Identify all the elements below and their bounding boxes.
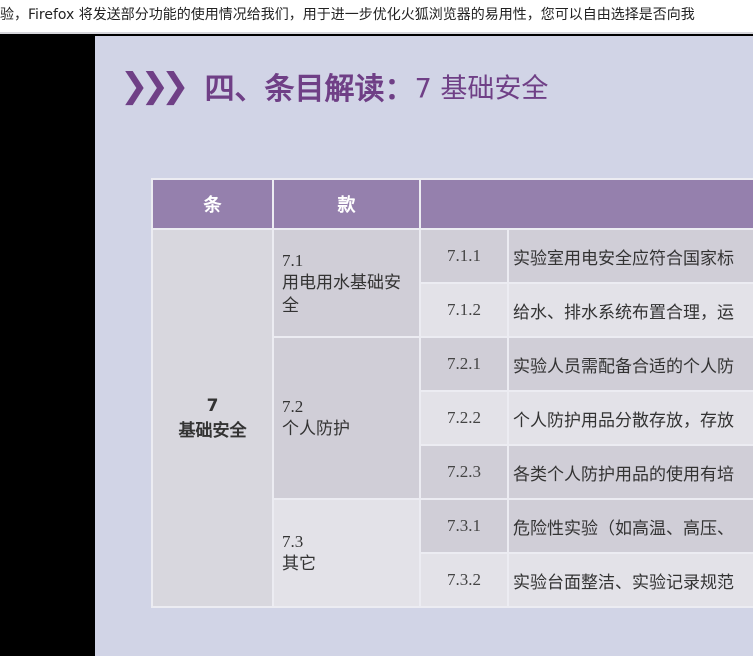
item-text: 实验台面整洁、实验记录规范 [507,552,753,608]
item-num: 7.2.1 [419,336,509,392]
clause-num: 7.3 [282,532,304,551]
article-name: 基础安全 [178,420,247,441]
clause-name: 其它 [282,554,316,574]
title-main: 四、条目解读： [204,72,415,107]
header-content [419,178,753,230]
header-clause: 款 [272,178,421,230]
item-text: 个人防护用品分散存放，存放 [507,390,753,446]
clause-cell: 7.1 用电用水基础安全 [272,228,421,338]
item-num: 7.3.1 [419,498,509,554]
triple-chevron-right-icon: ❯❯❯ [120,66,190,106]
clause-num: 7.2 [282,397,304,416]
table-header: 条 款 [151,178,753,230]
slide-title: ❯❯❯ 四、条目解读：7 基础安全 [120,64,548,108]
title-sub: 7 基础安全 [414,73,549,105]
item-num: 7.2.2 [419,390,509,446]
firefox-telemetry-notice: 验，Firefox 将发送部分功能的使用情况给我们，用于进一步优化火狐浏览器的易… [0,0,753,34]
item-text: 各类个人防护用品的使用有培 [507,444,753,500]
item-num: 7.3.2 [419,552,509,608]
clause-table: 条 款 7 基础安全 7.1 用电用水基础安全 7.1.1 实验室用电安全应符合国家… [151,178,753,608]
clause-num: 7.1 [282,250,304,270]
article-cell: 7 基础安全 [151,228,274,608]
item-text: 危险性实验（如高温、高压、 [507,498,753,554]
table-row: 7 基础安全 7.1 用电用水基础安全 7.1.1 实验室用电安全应符合国家标 [151,228,753,608]
item-num: 7.2.3 [419,444,509,500]
presentation-slide: ❯❯❯ 四、条目解读：7 基础安全 条 款 7 基础安全 7.1 用电用水基础安全 … [95,36,753,656]
item-num: 7.1.1 [419,228,509,284]
article-num: 7 [206,395,219,416]
item-num: 7.1.2 [419,282,509,338]
item-text: 实验人员需配备合适的个人防 [507,336,753,392]
clause-cell: 7.2 个人防护 [272,336,421,500]
item-text: 给水、排水系统布置合理，运 [507,282,753,338]
item-text: 实验室用电安全应符合国家标 [507,228,753,284]
clause-name: 个人防护 [282,419,350,439]
header-article: 条 [151,178,274,230]
clause-cell: 7.3 其它 [272,498,421,608]
clause-name: 用电用水基础安全 [282,272,401,316]
